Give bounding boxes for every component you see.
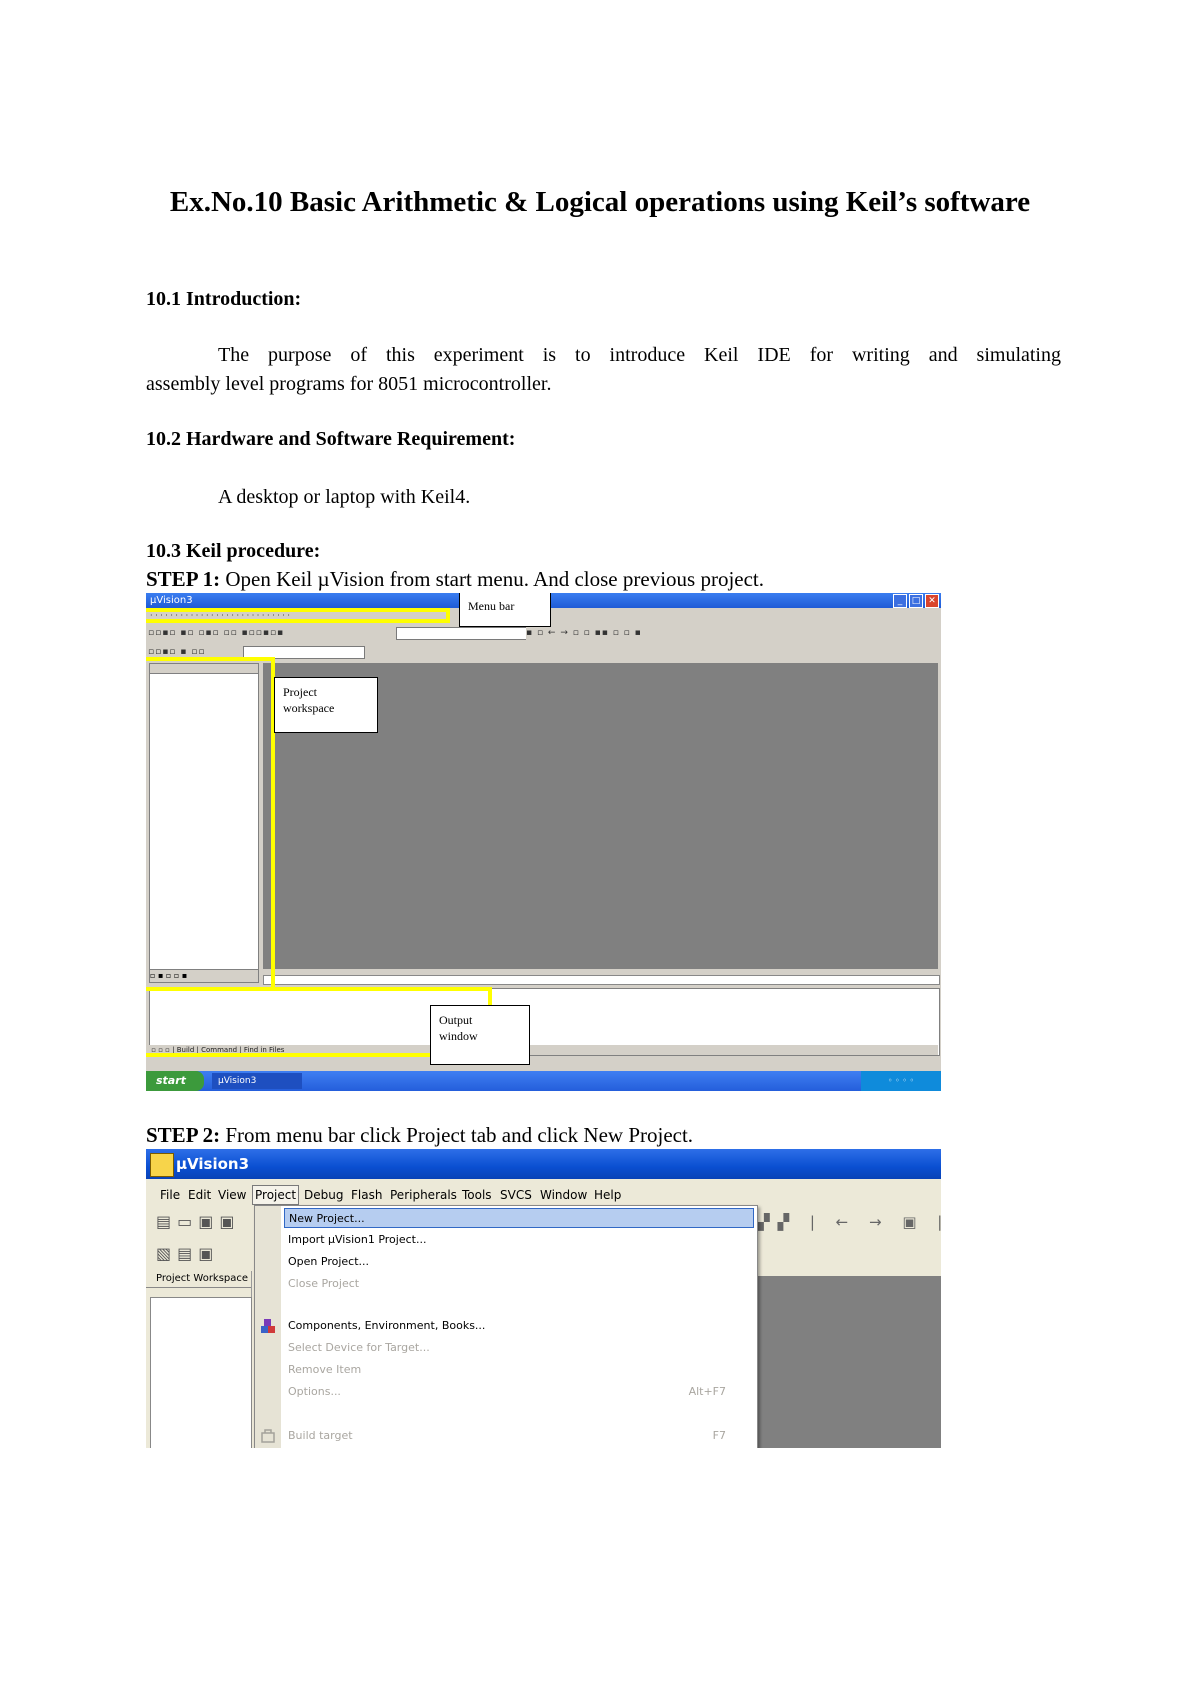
window-titlebar-2: µVision3 (146, 1149, 941, 1179)
menu-item-label: Remove Item (288, 1363, 362, 1376)
menu-view[interactable]: View (218, 1183, 246, 1207)
menu-item-remove-item[interactable]: Remove Item (284, 1360, 754, 1380)
page-title-text: Ex.No.10 Basic Arithmetic & Logical oper… (169, 186, 1031, 218)
windows-taskbar: start µVision3 ◦ ◦ ◦ ◦ (146, 1071, 941, 1091)
editor-scrollbar[interactable] (263, 975, 940, 985)
menu-item-shortcut: F7 (712, 1429, 726, 1442)
menu-item-label: Options... (288, 1385, 341, 1398)
menu-file[interactable]: File (160, 1183, 180, 1207)
callout-project-workspace: Project workspace (274, 677, 378, 733)
menu-help[interactable]: Help (594, 1183, 621, 1207)
page-title: Ex.No.10 Basic Arithmetic & Logical oper… (100, 183, 1100, 221)
menu-svcs[interactable]: SVCS (500, 1183, 532, 1207)
menu-item-open-project[interactable]: Open Project... (284, 1252, 754, 1272)
menu-item-select-device[interactable]: Select Device for Target... (284, 1338, 754, 1358)
workspace-tree-2[interactable] (150, 1297, 252, 1448)
system-tray: ◦ ◦ ◦ ◦ (861, 1071, 941, 1091)
requirements-text: A desktop or laptop with Keil4. (218, 486, 471, 508)
toolbar-build-2[interactable]: ▧▤▣ (146, 1239, 219, 1269)
menu-item-label: Close Project (288, 1277, 360, 1290)
section-procedure-heading: 10.3 Keil procedure: (146, 540, 321, 562)
menu-debug[interactable]: Debug (304, 1183, 343, 1207)
highlight-workspace (146, 657, 275, 991)
menu-peripherals[interactable]: Peripherals (390, 1183, 457, 1207)
menu-project[interactable]: Project (252, 1185, 300, 1205)
start-button[interactable]: start (146, 1071, 204, 1091)
toolbar-nav-2[interactable]: ▞▞ | ← → ▣ | ▤ | (758, 1207, 941, 1237)
editor-area-2[interactable] (758, 1276, 941, 1448)
intro-paragraph-line2: assembly level programs for 8051 microco… (146, 373, 552, 395)
menu-item-options[interactable]: Options... Alt+F7 (284, 1382, 754, 1402)
step2-text: STEP 2: From menu bar click Project tab … (146, 1123, 693, 1148)
menu-item-new-project[interactable]: New Project... (284, 1208, 754, 1228)
menu-edit[interactable]: Edit (188, 1183, 211, 1207)
callout-output-line1: Output (439, 1013, 473, 1027)
highlight-menu-bar (146, 608, 450, 623)
menu-item-label: New Project... (289, 1212, 365, 1225)
close-icon[interactable]: ✕ (925, 594, 939, 608)
callout-workspace-line1: Project (283, 685, 317, 699)
window-title: µVision3 (150, 595, 193, 606)
menu-item-label: Build target (288, 1429, 353, 1442)
menu-item-close-project[interactable]: Close Project (284, 1274, 754, 1294)
screenshot-project-menu: µVision3 File Edit View Project Debug Fl… (146, 1149, 941, 1448)
toolbar-right[interactable]: ▪ ▫ ← → ▫ ▫ ▪▪ ▫ ▫ ▪ (526, 626, 826, 640)
uvision-logo-icon (150, 1153, 174, 1177)
taskbar-item[interactable]: µVision3 (212, 1073, 302, 1089)
intro-paragraph-line1: The purpose of this experiment is to int… (218, 344, 1061, 366)
section-requirements-heading: 10.2 Hardware and Software Requirement: (146, 428, 516, 450)
project-workspace-panel-2[interactable]: Project Workspace (146, 1271, 252, 1448)
menu-item-build-target[interactable]: Build target F7 (284, 1426, 754, 1446)
window-title-2: µVision3 (176, 1155, 250, 1173)
screenshot-keil-ide: µVision3 _ □ ✕ · · · · · · · · · · · · ·… (146, 593, 941, 1091)
callout-menu-bar: Menu bar (459, 593, 551, 627)
workspace-header-2: Project Workspace (146, 1271, 251, 1288)
menu-item-label: Open Project... (288, 1255, 370, 1268)
menu-item-shortcut: Alt+F7 (688, 1385, 726, 1398)
menu-tools[interactable]: Tools (462, 1183, 492, 1207)
step2-label: STEP 2: (146, 1123, 221, 1147)
callout-menu-bar-text: Menu bar (468, 599, 515, 613)
menu-item-label: Components, Environment, Books... (288, 1319, 486, 1332)
project-dropdown-menu: New Project... Import µVision1 Project..… (254, 1205, 758, 1448)
toolbar-file-2[interactable]: ▤▭▣▣ (146, 1207, 240, 1237)
components-icon (261, 1319, 275, 1333)
callout-output-line2: window (439, 1029, 478, 1043)
step1-label: STEP 1: (146, 567, 221, 591)
build-target-icon (261, 1429, 275, 1443)
section-introduction-heading: 10.1 Introduction: (146, 288, 302, 310)
callout-output-window: Output window (430, 1005, 530, 1065)
step2-body: From menu bar click Project tab and clic… (220, 1123, 694, 1147)
callout-workspace-line2: workspace (283, 701, 335, 715)
menu-window[interactable]: Window (540, 1183, 587, 1207)
minimize-icon[interactable]: _ (893, 594, 907, 608)
step1-text: STEP 1: Open Keil µVision from start men… (146, 567, 764, 592)
maximize-icon[interactable]: □ (909, 594, 923, 608)
menu-item-label: Import µVision1 Project... (288, 1233, 427, 1246)
menu-item-components[interactable]: Components, Environment, Books... (284, 1316, 754, 1336)
menu-item-label: Select Device for Target... (288, 1341, 430, 1354)
step1-body: Open Keil µVision from start menu. And c… (220, 567, 765, 591)
menu-flash[interactable]: Flash (351, 1183, 382, 1207)
menu-bar-2: File Edit View Project Debug Flash Perip… (146, 1183, 941, 1207)
menu-item-import-project[interactable]: Import µVision1 Project... (284, 1230, 754, 1250)
